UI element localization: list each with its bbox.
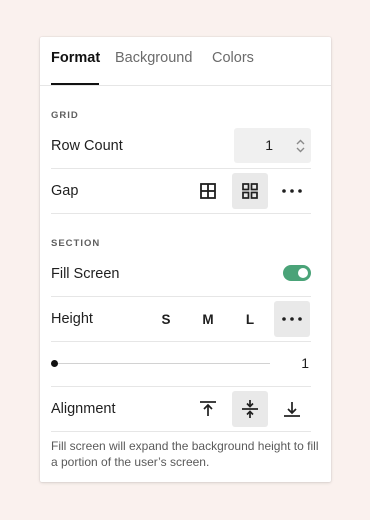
settings-panel: Format Background Colors GRID Row Count …: [40, 37, 331, 482]
height-label: Height: [51, 311, 93, 327]
height-small-option[interactable]: S: [148, 301, 184, 337]
align-bottom-button[interactable]: [274, 391, 310, 427]
stepper-arrows-icon[interactable]: [295, 138, 306, 154]
alignment-label: Alignment: [51, 401, 116, 417]
align-bottom-icon: [284, 402, 300, 417]
fill-screen-help-text: Fill screen will expand the background h…: [51, 439, 319, 469]
tab-bar: Format Background Colors: [40, 37, 331, 86]
row-count-row: Row Count 1: [51, 124, 311, 169]
height-large-option[interactable]: L: [232, 301, 268, 337]
height-medium-option[interactable]: M: [190, 301, 226, 337]
row-count-label: Row Count: [51, 138, 123, 154]
gap-spaced-button[interactable]: [232, 173, 268, 209]
fill-screen-label: Fill Screen: [51, 266, 120, 282]
row-count-stepper[interactable]: 1: [234, 128, 311, 163]
section-heading: SECTION: [51, 238, 101, 249]
height-more-button[interactable]: [274, 301, 310, 337]
gap-row: Gap: [51, 169, 311, 214]
grid-gap-icon: [200, 183, 216, 199]
row-count-value: 1: [265, 137, 273, 153]
fill-screen-toggle[interactable]: [283, 265, 311, 281]
tab-colors[interactable]: Colors: [212, 50, 254, 66]
height-slider-handle[interactable]: [51, 360, 58, 367]
tab-format[interactable]: Format: [51, 50, 100, 66]
align-top-icon: [200, 401, 216, 416]
gap-more-button[interactable]: [274, 173, 310, 209]
active-tab-indicator: [51, 83, 99, 85]
height-slider-row: 1: [51, 342, 311, 387]
toggle-knob: [298, 268, 308, 278]
align-center-button[interactable]: [232, 391, 268, 427]
grid-section-heading: GRID: [51, 110, 79, 121]
gap-label: Gap: [51, 183, 79, 199]
align-center-icon: [242, 400, 258, 418]
align-top-button[interactable]: [190, 391, 226, 427]
height-slider-track[interactable]: [54, 363, 270, 364]
grid-spaced-icon: [242, 183, 258, 199]
gap-none-button[interactable]: [190, 173, 226, 209]
more-icon: [282, 317, 302, 321]
tab-background[interactable]: Background: [115, 50, 192, 66]
height-slider-value: 1: [301, 355, 309, 371]
more-icon: [282, 189, 302, 193]
alignment-row: Alignment: [51, 387, 311, 432]
height-row: Height S M L: [51, 297, 311, 342]
fill-screen-row: Fill Screen: [51, 252, 311, 297]
